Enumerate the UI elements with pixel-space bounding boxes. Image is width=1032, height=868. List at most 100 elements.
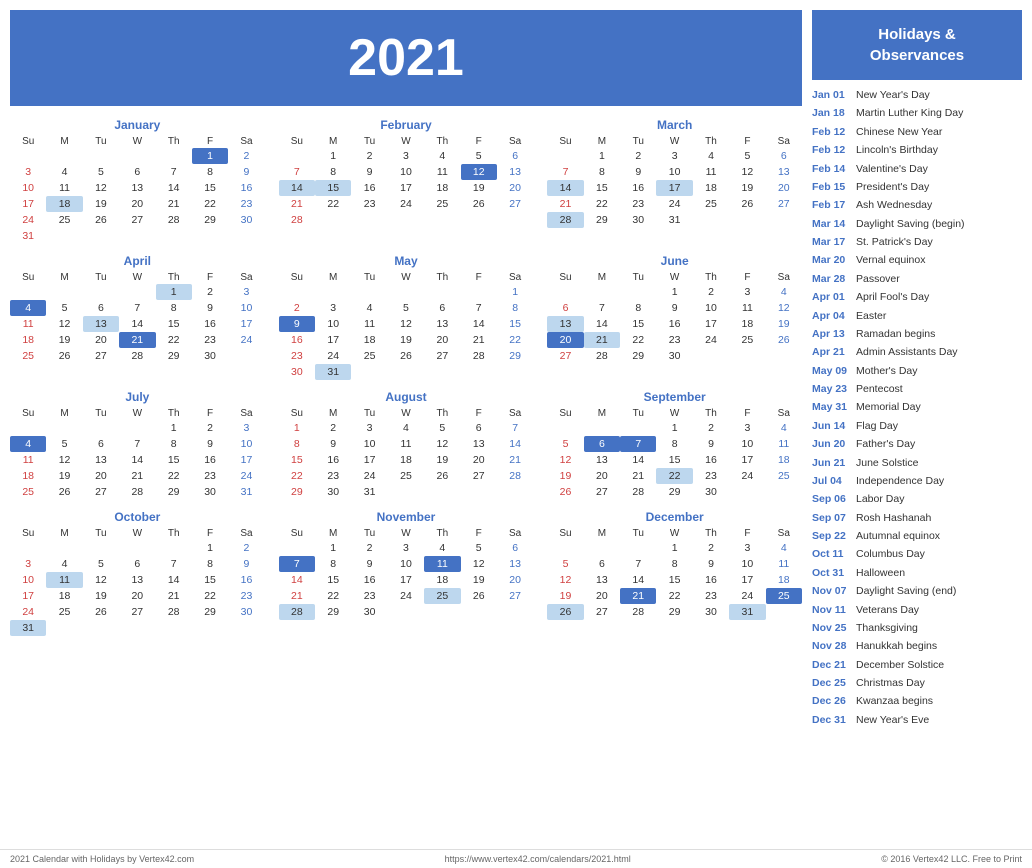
holiday-name: Lincoln's Birthday xyxy=(856,141,938,159)
year-header: 2021 xyxy=(10,10,802,106)
calendar-day: 24 xyxy=(228,468,264,484)
holiday-name: June Solstice xyxy=(856,454,918,472)
calendar-day: 22 xyxy=(584,196,620,212)
day-header-tu: Tu xyxy=(620,135,656,148)
calendar-day: 19 xyxy=(46,468,82,484)
calendar-day: 16 xyxy=(351,572,387,588)
calendar-day: 20 xyxy=(547,332,583,348)
day-header-w: W xyxy=(119,135,155,148)
calendar-day: 28 xyxy=(279,212,315,228)
day-header-tu: Tu xyxy=(620,271,656,284)
month-september: SeptemberSuMTuWThFSa12345678910111213141… xyxy=(547,390,802,500)
day-header-m: M xyxy=(46,135,82,148)
day-header-su: Su xyxy=(279,135,315,148)
day-header-th: Th xyxy=(156,407,192,420)
day-header-f: F xyxy=(461,407,497,420)
calendar-day: 12 xyxy=(729,164,765,180)
holiday-name: Independence Day xyxy=(856,472,944,490)
calendar-day: 6 xyxy=(424,300,460,316)
calendar-day: 14 xyxy=(620,572,656,588)
calendar-day: 3 xyxy=(729,420,765,436)
month-october: OctoberSuMTuWThFSa1234567891011121314151… xyxy=(10,510,265,636)
holiday-date: Oct 11 xyxy=(812,545,850,563)
calendar-day: 4 xyxy=(10,436,46,452)
calendar-day: 9 xyxy=(192,300,228,316)
month-april: AprilSuMTuWThFSa123456789101112131415161… xyxy=(10,254,265,380)
calendar-day: 11 xyxy=(766,436,802,452)
calendar-day: 24 xyxy=(388,588,424,604)
month-title: October xyxy=(10,510,265,524)
calendar-day xyxy=(461,212,497,228)
calendar-day: 31 xyxy=(228,484,264,500)
calendar-day: 13 xyxy=(461,436,497,452)
calendar-day: 22 xyxy=(192,588,228,604)
calendar-day xyxy=(547,540,583,556)
calendar-day: 16 xyxy=(693,572,729,588)
holiday-date: Mar 17 xyxy=(812,233,850,251)
holiday-name: Memorial Day xyxy=(856,398,921,416)
calendar-day: 18 xyxy=(46,588,82,604)
day-header-m: M xyxy=(315,407,351,420)
calendar-day xyxy=(46,148,82,164)
holiday-date: Feb 12 xyxy=(812,123,850,141)
holiday-date: Apr 04 xyxy=(812,307,850,325)
holiday-date: Nov 25 xyxy=(812,619,850,637)
day-header-w: W xyxy=(656,407,692,420)
holiday-item: Feb 15President's Day xyxy=(812,178,1022,196)
calendar-day: 4 xyxy=(46,164,82,180)
day-header-tu: Tu xyxy=(83,271,119,284)
calendar-day xyxy=(584,420,620,436)
calendar-day: 15 xyxy=(279,452,315,468)
calendar-day: 2 xyxy=(228,148,264,164)
day-header-m: M xyxy=(46,527,82,540)
holiday-name: Pentecost xyxy=(856,380,903,398)
calendar-day: 1 xyxy=(656,284,692,300)
day-header-sa: Sa xyxy=(228,407,264,420)
holiday-name: Labor Day xyxy=(856,490,904,508)
holiday-item: Jan 18Martin Luther King Day xyxy=(812,104,1022,122)
calendar-day: 16 xyxy=(192,452,228,468)
calendar-day: 5 xyxy=(46,436,82,452)
calendar-day: 2 xyxy=(192,284,228,300)
holiday-name: President's Day xyxy=(856,178,929,196)
holiday-date: Apr 13 xyxy=(812,325,850,343)
calendar-day xyxy=(83,620,119,636)
month-june: JuneSuMTuWThFSa1234678910111213141516171… xyxy=(547,254,802,380)
calendar-day: 14 xyxy=(461,316,497,332)
calendar-day xyxy=(766,604,802,620)
calendar-day: 20 xyxy=(766,180,802,196)
calendar-day: 30 xyxy=(192,484,228,500)
holiday-item: Apr 13Ramadan begins xyxy=(812,325,1022,343)
holiday-name: Mother's Day xyxy=(856,362,918,380)
calendar-day: 6 xyxy=(584,556,620,572)
day-header-f: F xyxy=(461,527,497,540)
calendar-day: 12 xyxy=(424,436,460,452)
day-header-sa: Sa xyxy=(766,271,802,284)
calendar-day: 15 xyxy=(315,572,351,588)
calendar-day xyxy=(693,212,729,228)
day-header-su: Su xyxy=(279,527,315,540)
holiday-name: Ash Wednesday xyxy=(856,196,932,214)
calendar-day: 24 xyxy=(10,212,46,228)
day-header-w: W xyxy=(388,407,424,420)
holiday-name: New Year's Eve xyxy=(856,711,929,729)
calendar-day: 9 xyxy=(351,556,387,572)
calendar-day: 16 xyxy=(351,180,387,196)
calendar-day: 13 xyxy=(119,572,155,588)
holiday-date: Feb 17 xyxy=(812,196,850,214)
holiday-item: Apr 21Admin Assistants Day xyxy=(812,343,1022,361)
day-header-m: M xyxy=(46,271,82,284)
calendar-day: 13 xyxy=(424,316,460,332)
calendar-day: 25 xyxy=(766,588,802,604)
calendar-day: 4 xyxy=(424,540,460,556)
calendar-day xyxy=(424,604,460,620)
calendar-day: 10 xyxy=(388,556,424,572)
calendar-day: 10 xyxy=(693,300,729,316)
holiday-date: Dec 26 xyxy=(812,692,850,710)
calendar-day xyxy=(424,364,460,380)
month-title: July xyxy=(10,390,265,404)
calendar-day: 25 xyxy=(351,348,387,364)
calendar-day xyxy=(10,148,46,164)
calendar-day: 14 xyxy=(119,452,155,468)
calendar-day xyxy=(584,284,620,300)
